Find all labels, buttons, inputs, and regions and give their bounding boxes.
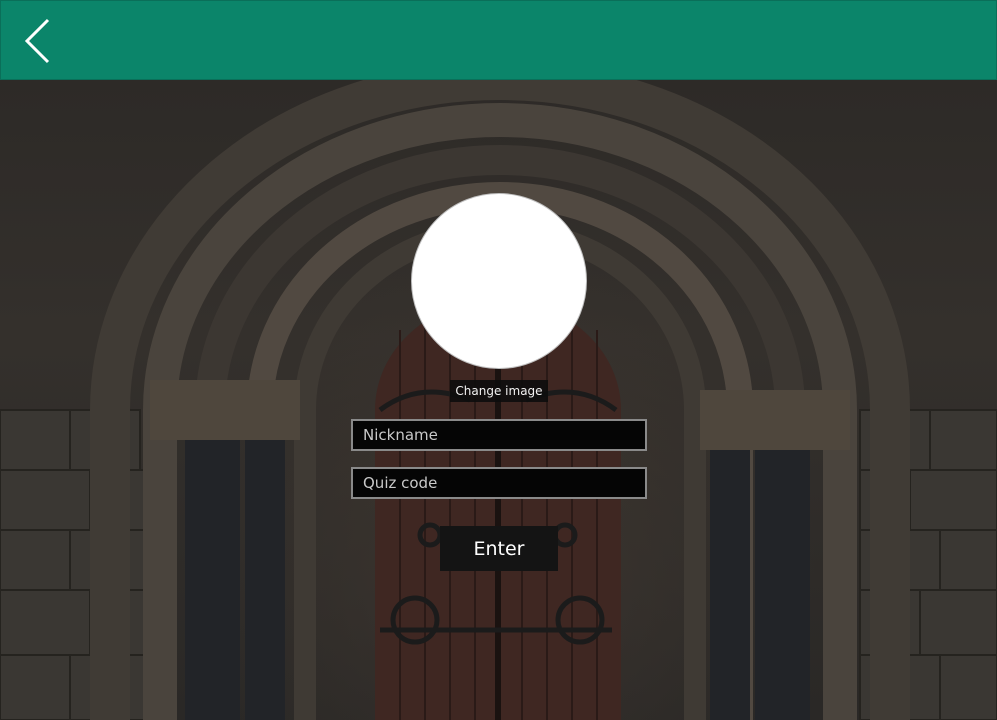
- enter-button[interactable]: Enter: [440, 526, 558, 571]
- back-button[interactable]: [15, 15, 59, 67]
- avatar[interactable]: [411, 193, 587, 369]
- chevron-left-icon: [24, 18, 50, 64]
- change-image-button[interactable]: Change image: [450, 380, 548, 402]
- nickname-input[interactable]: [351, 419, 647, 451]
- app-bar: [0, 0, 997, 80]
- quiz-code-input[interactable]: [351, 467, 647, 499]
